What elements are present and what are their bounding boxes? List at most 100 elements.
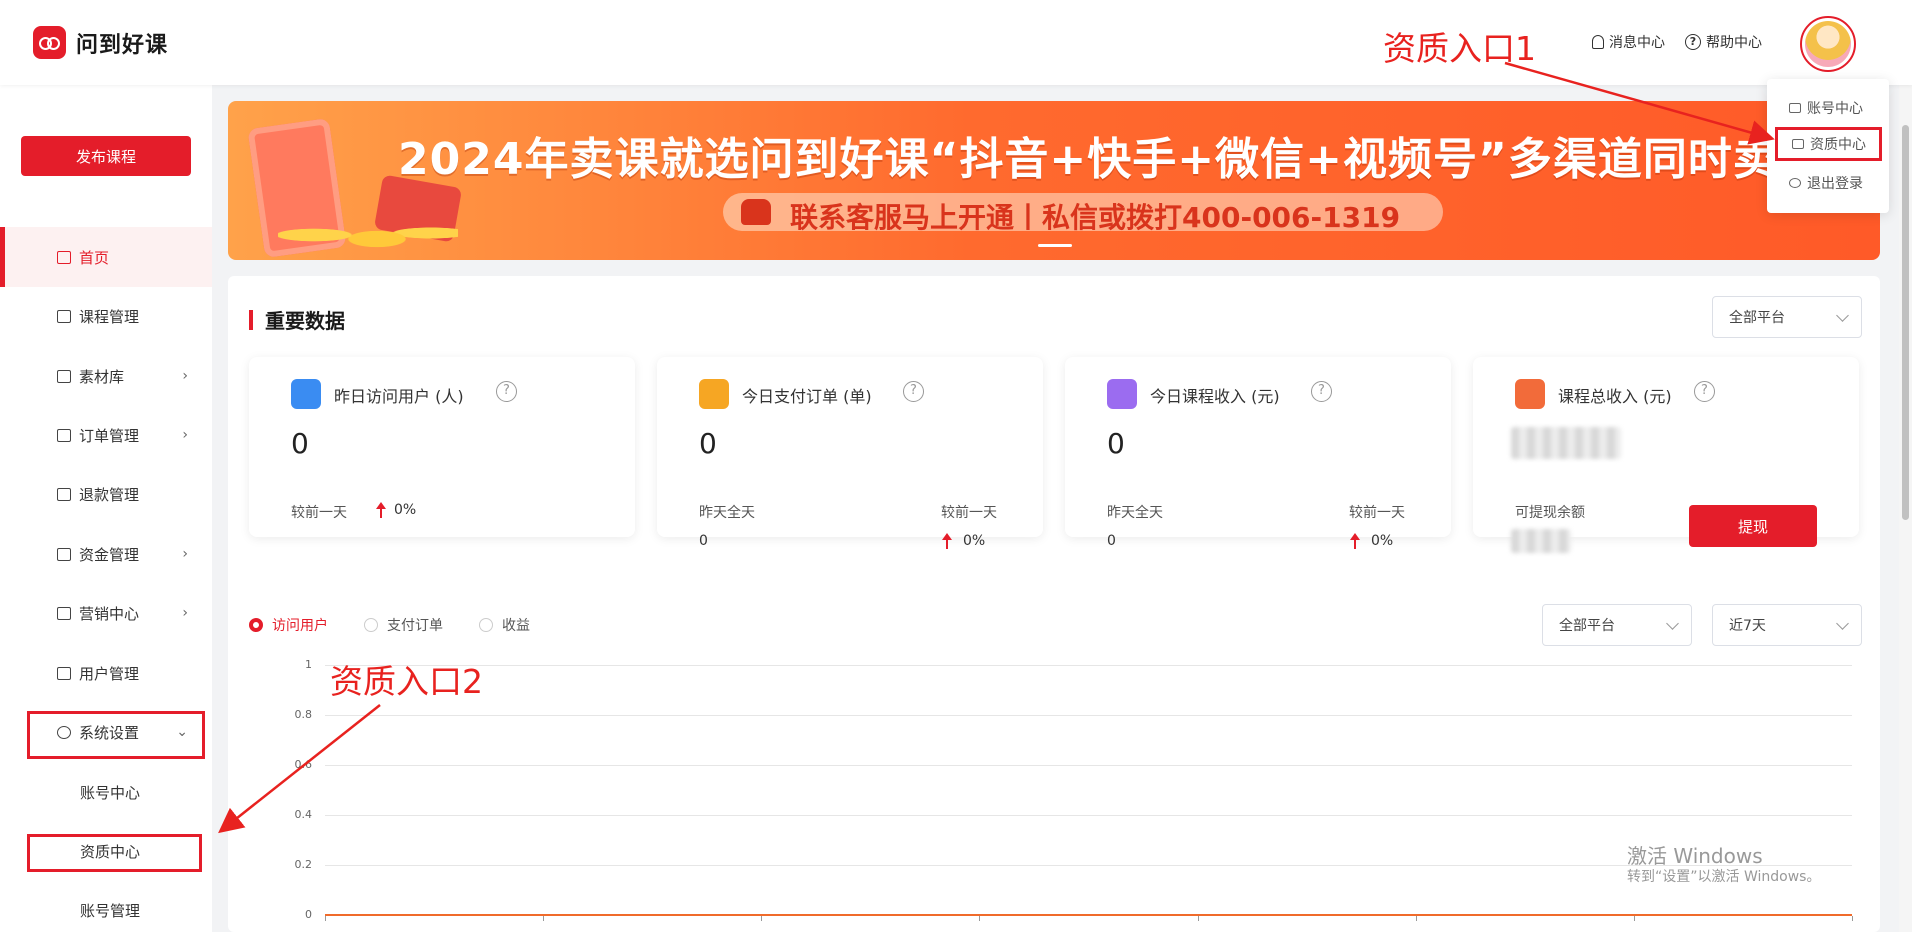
chart-x-tick xyxy=(325,916,326,921)
radio-orders[interactable]: 支付订单 xyxy=(364,615,443,635)
sidebar-item-material-library[interactable]: 素材库 › xyxy=(0,346,212,406)
chart-series-line xyxy=(325,914,1852,916)
chevron-down-icon xyxy=(1836,617,1849,630)
help-center-link[interactable]: ? 帮助中心 xyxy=(1685,32,1762,52)
menu-item-label: 资质中心 xyxy=(1810,137,1866,153)
chart-platform-select-value: 全部平台 xyxy=(1559,618,1615,634)
telephone-icon xyxy=(741,199,771,225)
activation-watermark-title: 激活 Windows xyxy=(1627,844,1763,868)
card-title: 今日支付订单 (单) xyxy=(742,387,872,406)
page-scrollbar[interactable] xyxy=(1899,85,1912,932)
chart-x-tick xyxy=(979,916,981,921)
message-center-link[interactable]: 消息中心 xyxy=(1592,32,1665,52)
scrollbar-thumb[interactable] xyxy=(1902,125,1909,520)
question-icon[interactable]: ? xyxy=(903,381,924,402)
sidebar-item-user-management[interactable]: 用户管理 xyxy=(0,643,212,703)
chart-range-select-value: 近7天 xyxy=(1729,618,1766,634)
logo[interactable]: 问到好课 xyxy=(33,26,168,59)
card-value: 0 xyxy=(1107,427,1125,460)
sidebar-item-label: 资金管理 xyxy=(79,545,140,564)
sidebar-subitem-account-center[interactable]: 账号中心 xyxy=(0,762,212,822)
menu-item-account-center[interactable]: 账号中心 xyxy=(1767,91,1889,125)
arrow-up-icon xyxy=(376,502,386,518)
sidebar-item-system-settings[interactable]: 系统设置 ⌄ xyxy=(0,702,212,762)
question-icon[interactable]: ? xyxy=(1311,381,1332,402)
chevron-down-icon xyxy=(1836,309,1849,322)
stat-card-visitors: 昨日访问用户 (人) ? 0 较前一天 0% xyxy=(249,357,635,537)
promo-banner[interactable]: 2024年卖课就选问到好课“抖音+快手+微信+视频号”多渠道同时卖 联系客服马上… xyxy=(228,101,1880,260)
chart-y-tick-label: 0.2 xyxy=(294,858,313,871)
chart-y-tick-label: 0.8 xyxy=(294,708,313,721)
yesterday-label: 昨天全天 xyxy=(699,505,755,521)
chevron-right-icon: › xyxy=(182,427,188,443)
home-icon xyxy=(57,250,71,264)
line-chart: 1 0.8 0.6 0.4 0.2 0 xyxy=(260,655,1860,932)
card-value: 0 xyxy=(699,427,717,460)
menu-item-logout[interactable]: 退出登录 xyxy=(1767,166,1889,200)
chart-gridline xyxy=(325,765,1852,766)
sidebar-item-fund-management[interactable]: 资金管理 › xyxy=(0,524,212,584)
withdraw-button[interactable]: 提现 xyxy=(1689,505,1817,547)
sidebar-item-marketing-center[interactable]: 营销中心 › xyxy=(0,583,212,643)
yesterday-label: 昨天全天 xyxy=(1107,505,1163,521)
annotation-entry-2: 资质入口2 xyxy=(330,662,483,701)
refund-icon xyxy=(57,487,71,501)
card-value: 0 xyxy=(291,427,309,460)
carousel-indicator[interactable] xyxy=(1038,244,1072,247)
banner-subtitle: 联系客服马上开通丨私信或拨打400-006-1319 xyxy=(790,201,1401,234)
yesterday-value: 0 xyxy=(699,533,708,549)
sidebar-item-refund-management[interactable]: 退款管理 xyxy=(0,464,212,524)
sidebar-subitem-qualification-center[interactable]: 资质中心 xyxy=(0,821,212,881)
question-icon[interactable]: ? xyxy=(1694,381,1715,402)
radio-income[interactable]: 收益 xyxy=(479,615,530,635)
platform-select[interactable]: 全部平台 xyxy=(1712,296,1862,338)
help-center-label: 帮助中心 xyxy=(1706,35,1762,51)
compare-label: 较前一天 xyxy=(941,505,997,521)
wallet-icon xyxy=(57,547,71,561)
folder-icon xyxy=(57,369,71,383)
sidebar-item-course-management[interactable]: 课程管理 xyxy=(0,286,212,346)
radio-visitors[interactable]: 访问用户 xyxy=(249,615,328,635)
chart-platform-select[interactable]: 全部平台 xyxy=(1542,604,1692,646)
sidebar-item-home[interactable]: 首页 xyxy=(0,227,212,287)
top-bar: 问到好课 消息中心 ? 帮助中心 xyxy=(0,0,1912,85)
chart-gridline xyxy=(325,865,1852,866)
chevron-right-icon: › xyxy=(182,546,188,562)
compare-value: 0% xyxy=(394,502,417,518)
chart-x-tick xyxy=(761,916,763,921)
user-icon xyxy=(57,666,71,680)
radio-label: 访问用户 xyxy=(272,618,328,634)
chart-gridline xyxy=(325,815,1852,816)
avatar-button[interactable] xyxy=(1800,16,1856,72)
sidebar-item-order-management[interactable]: 订单管理 › xyxy=(0,405,212,465)
menu-item-qualification-center[interactable]: 资质中心 xyxy=(1775,127,1882,161)
blurred-total-income xyxy=(1511,427,1621,459)
power-icon xyxy=(1789,178,1801,188)
chart-x-tick xyxy=(1197,916,1199,921)
money-bag-icon xyxy=(1107,379,1137,409)
document-icon xyxy=(1792,139,1804,149)
yesterday-value: 0 xyxy=(1107,533,1116,549)
user-dropdown-menu: 账号中心 资质中心 退出登录 xyxy=(1767,79,1889,213)
chart-x-tick xyxy=(1852,916,1853,921)
chart-metric-radios: 访问用户 支付订单 收益 xyxy=(249,615,530,635)
sidebar-item-label: 退款管理 xyxy=(79,485,140,504)
compare-label: 较前一天 xyxy=(1349,505,1405,521)
arrow-up-icon xyxy=(942,533,952,549)
question-icon[interactable]: ? xyxy=(496,381,517,402)
chart-range-select[interactable]: 近7天 xyxy=(1712,604,1862,646)
card-title: 今日课程收入 (元) xyxy=(1150,387,1280,406)
radio-label: 支付订单 xyxy=(387,618,443,634)
annotation-entry-1: 资质入口1 xyxy=(1383,29,1536,68)
message-center-label: 消息中心 xyxy=(1609,35,1665,51)
section-title-text: 重要数据 xyxy=(265,309,345,333)
publish-course-button[interactable]: 发布课程 xyxy=(21,136,191,176)
order-icon xyxy=(57,428,71,442)
sidebar-subitem-account-management[interactable]: 账号管理 xyxy=(0,880,212,932)
chart-y-tick-label: 0.6 xyxy=(294,758,313,771)
stat-card-orders: 今日支付订单 (单) ? 0 昨天全天 0 较前一天 0% xyxy=(657,357,1043,549)
brand-name: 问到好课 xyxy=(76,32,169,58)
logo-icon xyxy=(33,26,66,59)
card-title: 课程总收入 (元) xyxy=(1558,387,1672,406)
stat-card-total-income: 课程总收入 (元) ? 可提现余额 提现 xyxy=(1473,357,1859,553)
